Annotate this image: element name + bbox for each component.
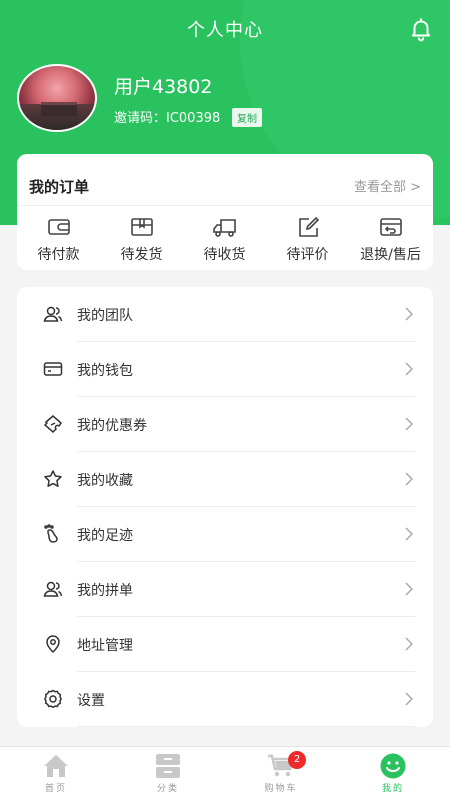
order-pending-review[interactable]: 待评价 — [266, 216, 349, 264]
tab-home[interactable]: 首页 — [0, 753, 112, 794]
card-icon — [43, 362, 63, 376]
smile-icon — [380, 753, 406, 779]
home-icon — [44, 755, 68, 777]
chevron-right-icon — [405, 637, 413, 651]
box-icon — [130, 218, 153, 236]
chevron-right-icon — [405, 472, 413, 486]
category-icon — [156, 754, 180, 778]
truck-icon — [212, 219, 236, 237]
team-icon — [43, 306, 63, 322]
coupon-icon — [43, 415, 62, 434]
star-icon — [44, 470, 62, 487]
order-after-sales[interactable]: 退换/售后 — [349, 216, 432, 264]
order-pending-shipment[interactable]: 待发货 — [100, 216, 183, 264]
view-all-orders-link[interactable]: 查看全部 > — [354, 176, 421, 195]
menu-item-team[interactable]: 我的团队 — [17, 287, 433, 342]
chevron-right-icon — [405, 417, 413, 431]
menu-item-footprints[interactable]: 我的足迹 — [17, 507, 433, 562]
chevron-right-icon — [405, 307, 413, 321]
tab-category[interactable]: 分类 — [112, 753, 224, 794]
bottom-tab-bar: 首页 分类 2 购物车 我的 — [0, 746, 450, 800]
menu-item-address[interactable]: 地址管理 — [17, 617, 433, 672]
tab-mine[interactable]: 我的 — [337, 753, 449, 794]
chevron-right-icon — [405, 362, 413, 376]
return-icon — [379, 218, 402, 236]
menu-item-settings[interactable]: 设置 — [17, 672, 433, 727]
order-pending-receipt[interactable]: 待收货 — [183, 216, 266, 264]
username: 用户43802 — [114, 76, 213, 98]
chevron-right-icon — [405, 527, 413, 541]
location-icon — [46, 635, 60, 654]
menu-item-group-buy[interactable]: 我的拼单 — [17, 562, 433, 617]
menu-item-favorites[interactable]: 我的收藏 — [17, 452, 433, 507]
page-title: 个人中心 — [187, 20, 263, 41]
orders-card: 我的订单 查看全部 > 待付款 待发货 待收货 待评价 退换/售后 — [17, 154, 433, 270]
group-buy-icon — [43, 581, 63, 597]
cart-badge: 2 — [288, 751, 306, 769]
orders-title: 我的订单 — [29, 178, 90, 196]
footprint-icon — [44, 524, 58, 543]
gear-icon — [43, 689, 63, 709]
invite-code: 邀请码：IC00398 — [114, 111, 221, 126]
wallet-icon — [47, 219, 70, 235]
menu-item-wallet[interactable]: 我的钱包 — [17, 342, 433, 397]
order-pending-payment[interactable]: 待付款 — [17, 216, 100, 264]
tab-cart[interactable]: 2 购物车 — [225, 751, 337, 794]
avatar[interactable] — [17, 64, 97, 132]
menu-card: 我的团队 我的钱包 我的优惠券 我的收藏 我的足迹 我的拼单 地址管理 设置 — [17, 287, 433, 727]
menu-item-coupons[interactable]: 我的优惠券 — [17, 397, 433, 452]
edit-icon — [298, 216, 319, 237]
divider — [17, 205, 433, 206]
bell-icon[interactable] — [408, 16, 434, 42]
copy-button[interactable]: 复制 — [232, 108, 262, 127]
chevron-right-icon — [405, 582, 413, 596]
chevron-right-icon — [405, 692, 413, 706]
